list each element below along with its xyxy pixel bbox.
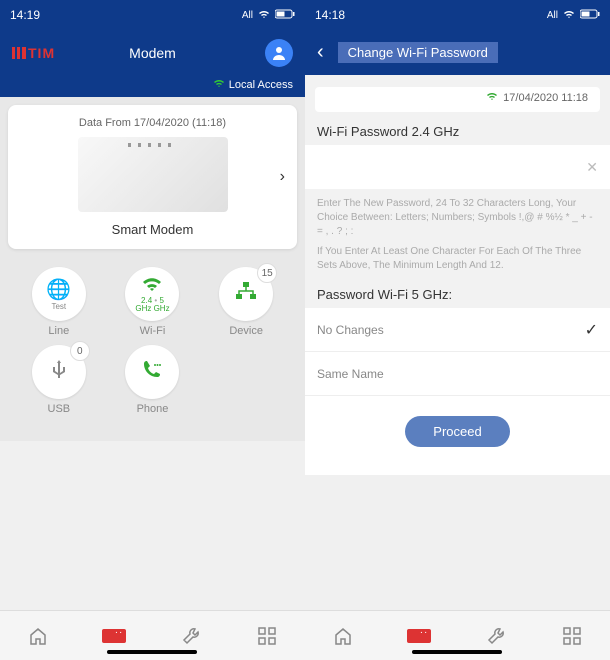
- screen-modem-home: 14:19 All TIM Modem Local Access: [0, 0, 305, 610]
- chevron-right-icon: ›: [280, 168, 285, 186]
- section-24ghz-title: Wi-Fi Password 2.4 GHz: [305, 116, 610, 145]
- usb-icon: [51, 358, 67, 386]
- bottom-tab-bar: [0, 610, 610, 660]
- tim-logo: TIM: [12, 45, 55, 61]
- home-indicator: [412, 650, 502, 654]
- back-button[interactable]: ‹: [317, 41, 324, 64]
- section-5ghz-title: Password Wi-Fi 5 GHz:: [305, 279, 610, 308]
- profile-button[interactable]: [265, 39, 293, 67]
- tab-modem-2[interactable]: [407, 624, 431, 648]
- wifi-icon: [562, 9, 576, 22]
- grid-label: Wi-Fi: [110, 325, 196, 337]
- password-hint-1: Enter The New Password, 24 To 32 Charact…: [305, 197, 610, 245]
- home-indicator: [107, 650, 197, 654]
- wifi-icon: [212, 79, 229, 91]
- option-same-name[interactable]: Same Name: [305, 352, 610, 396]
- password-hint-2: If You Enter At Least One Character For …: [305, 245, 610, 279]
- tab-modem[interactable]: [102, 624, 126, 648]
- battery-icon: [580, 9, 600, 22]
- grid-label: Device: [203, 325, 289, 337]
- grid-wifi[interactable]: 2.4 • 5 GHz GHz Wi-Fi: [110, 267, 196, 337]
- nav-title: Change Wi-Fi Password: [338, 42, 498, 63]
- grid-label: Line: [16, 325, 102, 337]
- password-24-input-row[interactable]: ✕: [305, 145, 610, 189]
- status-network-label: All: [242, 10, 253, 21]
- grid-line[interactable]: 🌐Test Line: [16, 267, 102, 337]
- grid-device[interactable]: 15 Device: [203, 267, 289, 337]
- card-timestamp: Data From 17/04/2020 (11:18): [20, 117, 285, 129]
- grid-usb[interactable]: 0 USB: [16, 345, 102, 415]
- globe-icon: 🌐: [46, 277, 71, 302]
- grid-phone[interactable]: Phone: [110, 345, 196, 415]
- password-24-input[interactable]: [317, 160, 586, 175]
- modem-name: Smart Modem: [20, 222, 285, 237]
- status-time: 14:18: [315, 8, 345, 22]
- modem-card[interactable]: Data From 17/04/2020 (11:18) › Smart Mod…: [8, 105, 297, 249]
- badge-count: 0: [70, 341, 90, 361]
- status-network-label: All: [547, 10, 558, 21]
- status-bar: 14:18 All: [305, 0, 610, 30]
- grid-label: Phone: [110, 403, 196, 415]
- tab-tools[interactable]: [179, 624, 203, 648]
- nav-title: Modem: [129, 45, 176, 61]
- local-access-indicator: Local Access: [0, 75, 305, 97]
- timestamp-bar: 17/04/2020 11:18: [315, 87, 600, 112]
- tab-tools-2[interactable]: [484, 624, 508, 648]
- tab-home[interactable]: [26, 624, 50, 648]
- tab-home-2[interactable]: [331, 624, 355, 648]
- screen-change-password: 14:18 All ‹ Change Wi-Fi Password 17/04/…: [305, 0, 610, 610]
- network-icon: [235, 282, 257, 306]
- badge-count: 15: [257, 263, 277, 283]
- clear-icon[interactable]: ✕: [586, 159, 598, 176]
- modem-icon: [407, 629, 431, 643]
- nav-bar: ‹ Change Wi-Fi Password: [305, 30, 610, 75]
- tab-apps-2[interactable]: [560, 624, 584, 648]
- tab-apps[interactable]: [255, 624, 279, 648]
- option-no-changes[interactable]: No Changes ✓: [305, 308, 610, 352]
- wifi-icon: [141, 276, 163, 297]
- status-bar: 14:19 All: [0, 0, 305, 30]
- modem-image: [78, 137, 228, 212]
- wifi-icon: [257, 9, 271, 22]
- phone-icon: [142, 359, 162, 385]
- modem-icon: [102, 629, 126, 643]
- battery-icon: [275, 9, 295, 22]
- grid-label: USB: [16, 403, 102, 415]
- nav-bar: TIM Modem: [0, 30, 305, 75]
- proceed-button[interactable]: Proceed: [405, 416, 509, 447]
- wifi-icon: [485, 91, 499, 104]
- check-icon: ✓: [585, 320, 598, 340]
- status-time: 14:19: [10, 8, 40, 22]
